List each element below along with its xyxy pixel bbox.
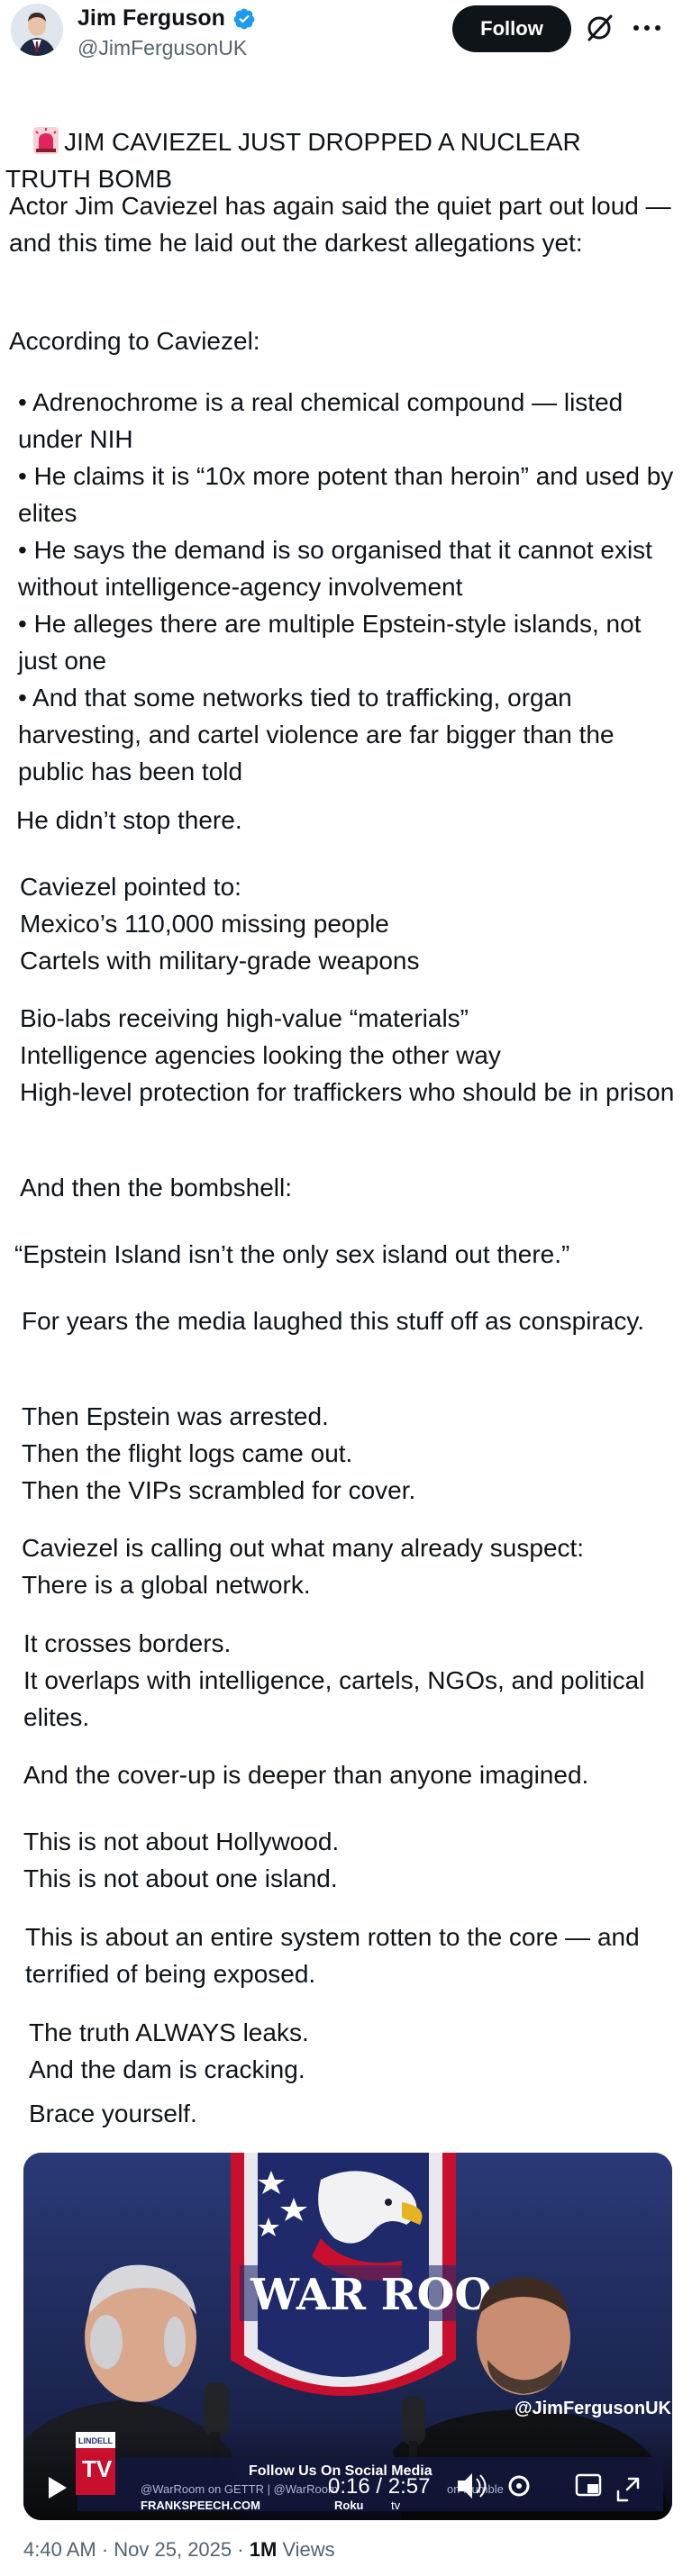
video-watermark: @JimFergusonUK (514, 2399, 672, 2418)
tweet-paragraph: The truth ALWAYS leaks. And the dam is c… (29, 2018, 309, 2083)
grok-icon[interactable] (584, 13, 615, 43)
ticker-url: FRANKSPEECH.COM (141, 2499, 260, 2512)
tweet-paragraph: And then the bombshell: (20, 1174, 292, 1202)
ticker-sub2: on Rumble (447, 2482, 504, 2496)
tweet-quote: “Epstein Island isn’t the only sex islan… (14, 1240, 570, 1268)
tweet-paragraph: It crosses borders. It overlaps with int… (23, 1629, 645, 1731)
views-count: 1M (249, 2538, 278, 2561)
ticker-tv: tv (391, 2499, 401, 2512)
verified-badge-icon (233, 8, 255, 29)
tweet-bullet-list: • Adrenochrome is a real chemical compou… (18, 388, 674, 785)
author-name[interactable]: Jim Ferguson (77, 5, 225, 32)
video-frame[interactable]: WAR ROO @JimFergusonUK Follow Us On Soci… (23, 2153, 672, 2520)
tweet-paragraph: Caviezel pointed to: Mexico’s 110,000 mi… (20, 873, 420, 975)
tweet-paragraph: And the cover-up is deeper than anyone i… (23, 1761, 589, 1789)
video-player[interactable]: WAR ROO @JimFergusonUK Follow Us On Soci… (23, 2153, 672, 2520)
more-options-icon[interactable] (631, 23, 667, 32)
author-name-row: Jim Ferguson (77, 5, 256, 32)
svg-text:TV: TV (82, 2455, 113, 2482)
tweet-paragraph: Caviezel is calling out what many alread… (22, 1534, 585, 1599)
follow-button[interactable]: Follow (452, 5, 571, 52)
tweet-paragraph: This is not about Hollywood. This is not… (23, 1828, 340, 1892)
svg-text:LINDELL: LINDELL (78, 2436, 113, 2445)
tweet-meta: 4:40 AM · Nov 25, 2025 · 1M Views (23, 2538, 335, 2562)
tweet-paragraph: Bio-labs receiving high-value “materials… (20, 1004, 675, 1106)
ticker-sub: @WarRoom on GETTR | @WarRoom (141, 2482, 338, 2496)
tweet-header: Jim Ferguson @JimFergusonUK Follow (0, 0, 692, 63)
tweet-paragraph: For years the media laughed this stuff o… (22, 1307, 645, 1335)
tweet-paragraph: He didn’t stop there. (16, 806, 242, 834)
author-handle[interactable]: @JimFergusonUK (77, 36, 247, 60)
ticker-roku: Roku (334, 2499, 364, 2512)
tweet-paragraph: Then Epstein was arrested. Then the flig… (22, 1402, 416, 1504)
tweet-paragraph: This is about an entire system rotten to… (25, 1923, 647, 1988)
author-avatar[interactable] (11, 4, 63, 56)
tweet-paragraph: Brace yourself. (29, 2100, 197, 2127)
views-label: Views (277, 2538, 335, 2561)
lindell-tv-logo: LINDELL TV (76, 2432, 115, 2495)
tweet-headline: JIM CAVIEZEL JUST DROPPED A NUCLEAR TRUT… (5, 128, 588, 193)
video-time-display: 0:16 / 2:57 (328, 2474, 430, 2499)
siren-icon (33, 127, 59, 154)
tweet-paragraph: Actor Jim Caviezel has again said the qu… (9, 192, 678, 257)
avatar-portrait-icon (11, 4, 63, 56)
video-banner-text: WAR ROO (250, 2270, 492, 2320)
tweet-paragraph: According to Caviezel: (9, 327, 260, 355)
tweet-timestamp[interactable]: 4:40 AM · Nov 25, 2025 · (23, 2538, 250, 2561)
